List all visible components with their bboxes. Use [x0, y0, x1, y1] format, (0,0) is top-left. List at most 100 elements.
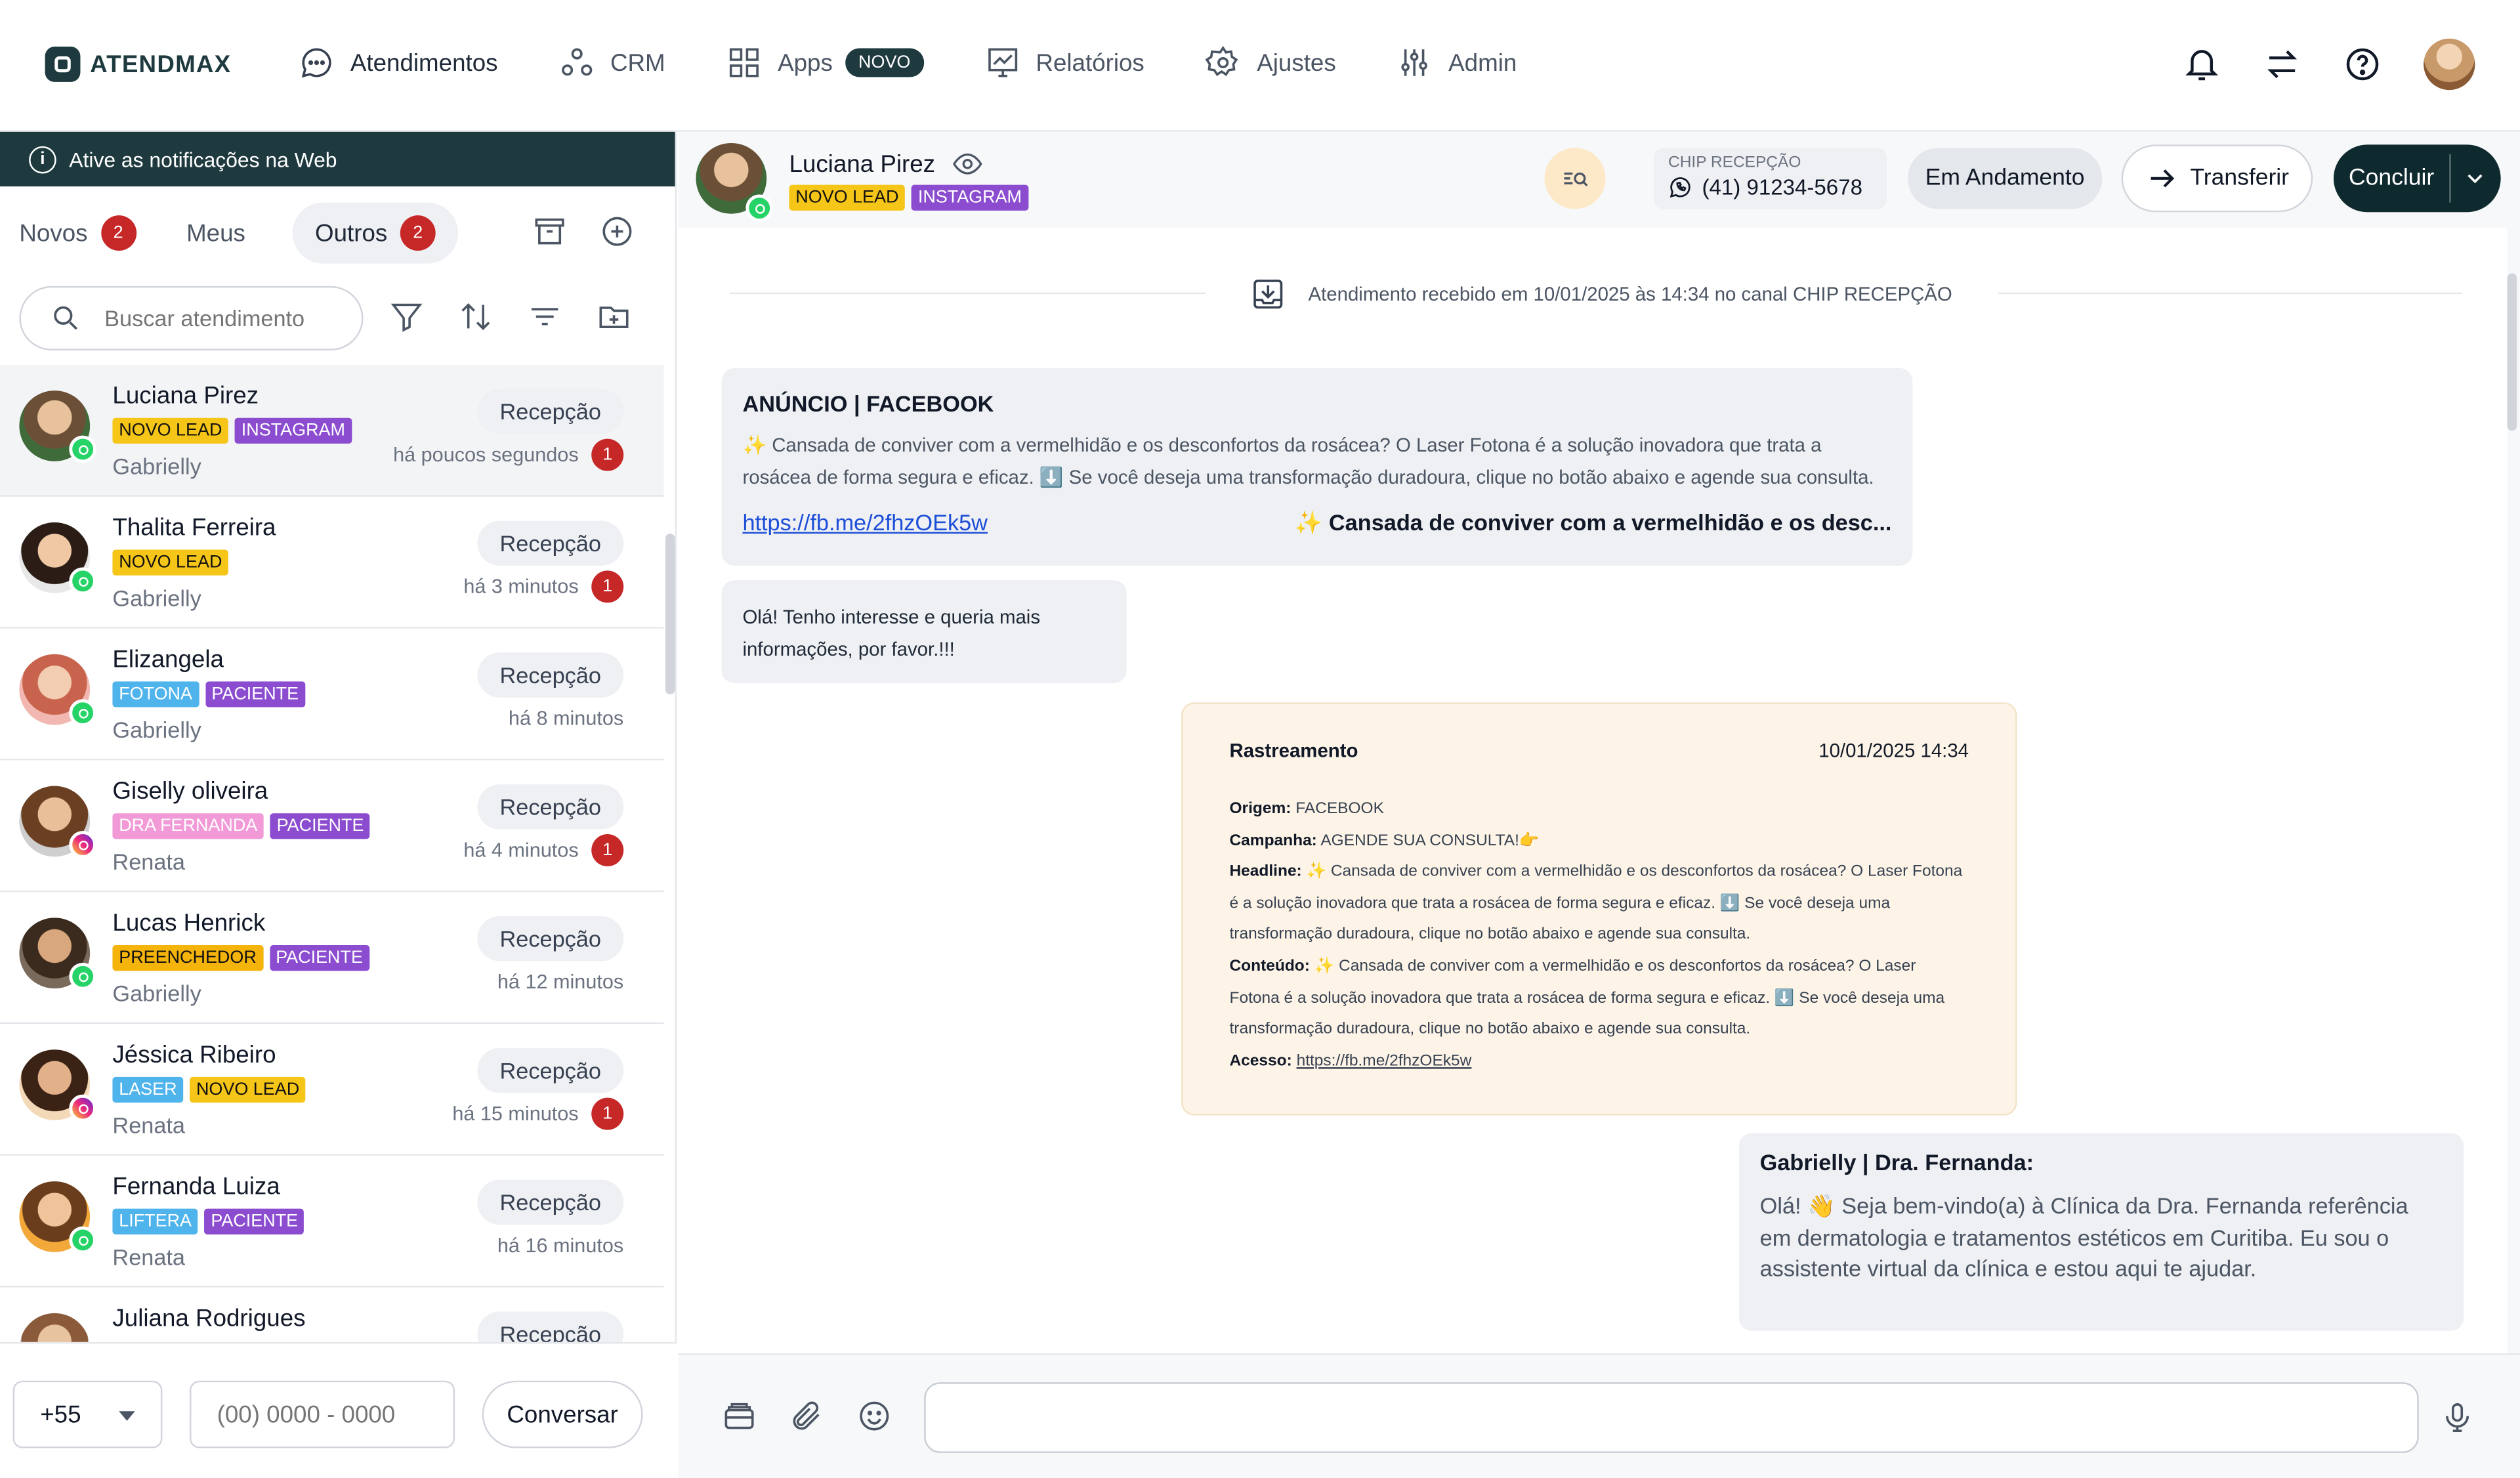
- transfer-button[interactable]: Transferir: [2121, 144, 2313, 213]
- microphone-icon[interactable]: [2440, 1399, 2475, 1437]
- sort-icon[interactable]: [458, 299, 494, 335]
- emoji-icon[interactable]: [856, 1399, 892, 1434]
- chat-header: Luciana Pirez NOVO LEAD INSTAGRAM CHIP R…: [678, 131, 2520, 228]
- queue-badge: Recepção: [477, 1311, 624, 1342]
- search-list-icon: [1564, 172, 1588, 187]
- contact-tags: NOVO LEAD INSTAGRAM: [789, 184, 1028, 211]
- tag: PACIENTE: [204, 1208, 304, 1235]
- conversation-item[interactable]: Elizangela FOTONA PACIENTE Gabrielly Rece…: [0, 629, 664, 761]
- country-code: +55: [40, 1401, 81, 1428]
- list-scrollbar[interactable]: [665, 534, 675, 694]
- lines-filter-icon[interactable]: [527, 299, 562, 335]
- search-field[interactable]: [19, 285, 364, 350]
- bell-icon[interactable]: [2183, 45, 2221, 84]
- last-activity-time: há 16 minutos: [497, 1234, 624, 1257]
- agent-name: Gabrielly: [112, 980, 201, 1007]
- tracking-datetime: 10/01/2025 14:34: [1818, 739, 1969, 762]
- notification-text: Ative as notificações na Web: [69, 147, 337, 171]
- conversation-item[interactable]: Thalita Ferreira NOVO LEAD Gabrielly Rec…: [0, 497, 664, 629]
- tag: INSTAGRAM: [235, 417, 352, 444]
- nav-item-admin[interactable]: Admin: [1397, 45, 1517, 81]
- folder-add-icon[interactable]: [597, 299, 632, 335]
- conversation-item[interactable]: Juliana Rodrigues Recepção: [0, 1288, 663, 1342]
- ad-cta[interactable]: ✨ Cansada de conviver com a vermelhidão …: [1295, 509, 1892, 537]
- queue-badge: Recepção: [477, 1179, 624, 1225]
- tracking-body: Origem: FACEBOOK Campanha: AGENDE SUA CO…: [1229, 794, 1969, 1078]
- nav-label: Relatórios: [1036, 49, 1144, 77]
- conversation-item[interactable]: Lucas Henrick PREENCHEDOR PACIENTE Gabrie…: [0, 892, 664, 1024]
- conversation-item[interactable]: Fernanda Luiza LIFTERA PACIENTE Renata Re…: [0, 1156, 664, 1288]
- conversation-item[interactable]: Luciana Pirez NOVO LEAD INSTAGRAM Gabriel…: [0, 364, 664, 497]
- user-avatar[interactable]: [2424, 38, 2475, 91]
- quick-replies-icon[interactable]: [722, 1399, 757, 1434]
- phone-input[interactable]: [189, 1380, 455, 1448]
- ad-body: ✨ Cansada de conviver com a vermelhidão …: [742, 434, 1874, 489]
- add-circle-icon[interactable]: [599, 214, 635, 249]
- country-code-select[interactable]: +55: [12, 1380, 163, 1448]
- nav-label: Atendimentos: [350, 49, 498, 77]
- chat-panel: Luciana Pirez NOVO LEAD INSTAGRAM CHIP R…: [678, 131, 2520, 1478]
- contact-name: Lucas Henrick: [112, 910, 266, 937]
- chart-icon: [987, 48, 1017, 77]
- status-button[interactable]: Em Andamento: [1907, 148, 2103, 209]
- nav-item-relatorios[interactable]: Relatórios: [984, 45, 1144, 81]
- contact-name: Juliana Rodrigues: [112, 1305, 306, 1333]
- tracking-campaign: Campanha: AGENDE SUA CONSULTA!👉: [1229, 832, 1540, 850]
- tag[interactable]: INSTAGRAM: [912, 184, 1028, 211]
- nav-item-apps[interactable]: Apps NOVO: [726, 45, 923, 81]
- sender-name: Gabrielly | Dra. Fernanda:: [1759, 1149, 2034, 1175]
- tracking-origin: Origem: FACEBOOK: [1229, 800, 1384, 818]
- nav-label: Apps: [778, 49, 833, 77]
- tab-meus[interactable]: Meus: [167, 203, 265, 264]
- tag: NOVO LEAD: [112, 417, 229, 444]
- instagram-icon: [69, 1094, 96, 1122]
- info-icon: i: [29, 145, 56, 173]
- notification-banner[interactable]: i Ative as notificações na Web: [0, 131, 675, 187]
- tracking-title: Rastreamento: [1229, 739, 1358, 762]
- contact-name: Fernanda Luiza: [112, 1173, 280, 1201]
- nav-item-atendimentos[interactable]: Atendimentos: [299, 45, 498, 81]
- archive-icon[interactable]: [532, 214, 568, 249]
- swap-icon[interactable]: [2263, 45, 2301, 84]
- queue-badge: Recepção: [477, 916, 624, 961]
- nav-item-crm[interactable]: CRM: [559, 45, 665, 81]
- nav-label: Ajustes: [1257, 49, 1336, 77]
- conversation-item[interactable]: Giselly oliveira DRA FERNANDA PACIENTE Re…: [0, 760, 664, 893]
- app-logo[interactable]: ATENDMAX: [45, 47, 232, 82]
- tab-label: Novos: [19, 219, 88, 247]
- start-conversation-button[interactable]: Conversar: [482, 1380, 643, 1448]
- whatsapp-icon: [69, 1226, 96, 1254]
- search-input[interactable]: [104, 305, 330, 331]
- nav-item-ajustes[interactable]: Ajustes: [1205, 45, 1336, 81]
- ad-link[interactable]: https://fb.me/2fhzOEk5w: [742, 509, 988, 535]
- queue-badge: Recepção: [477, 520, 624, 566]
- tag-list: NOVO LEAD: [112, 549, 229, 576]
- tag: DRA FERNANDA: [112, 813, 264, 839]
- tag: PACIENTE: [269, 945, 369, 971]
- chevron-down-icon[interactable]: [2462, 165, 2488, 191]
- nav-label: Admin: [1448, 49, 1517, 77]
- message-input[interactable]: [924, 1382, 2419, 1453]
- transfer-label: Transferir: [2190, 165, 2289, 192]
- conclude-button[interactable]: Concluir: [2333, 144, 2501, 213]
- contact-name: Jéssica Ribeiro: [112, 1041, 276, 1069]
- paperclip-icon[interactable]: [789, 1399, 824, 1434]
- tab-label: Outros: [315, 219, 388, 247]
- contact-name: Luciana Pirez: [112, 382, 259, 410]
- tab-outros[interactable]: Outros 2: [292, 202, 459, 264]
- tracking-link[interactable]: https://fb.me/2fhzOEk5w: [1297, 1052, 1472, 1070]
- avatar: [19, 1313, 91, 1342]
- filter-icon[interactable]: [389, 299, 425, 335]
- last-activity-time: há 8 minutos: [508, 707, 624, 730]
- tag[interactable]: NOVO LEAD: [789, 184, 906, 211]
- tab-novos[interactable]: Novos 2: [0, 203, 155, 264]
- help-icon[interactable]: [2343, 45, 2382, 84]
- last-activity-time: há 15 minutos: [452, 1103, 579, 1126]
- tag: PACIENTE: [205, 681, 305, 707]
- conversations-panel: i Ative as notificações na Web Novos 2 M…: [0, 131, 677, 1478]
- search-messages-button[interactable]: [1544, 148, 1606, 209]
- conversation-item[interactable]: Jéssica Ribeiro LASER NOVO LEAD Renata Re…: [0, 1024, 664, 1156]
- eye-icon[interactable]: [952, 148, 984, 180]
- messages-scrollbar[interactable]: [2507, 273, 2517, 431]
- nav-label: CRM: [610, 49, 665, 77]
